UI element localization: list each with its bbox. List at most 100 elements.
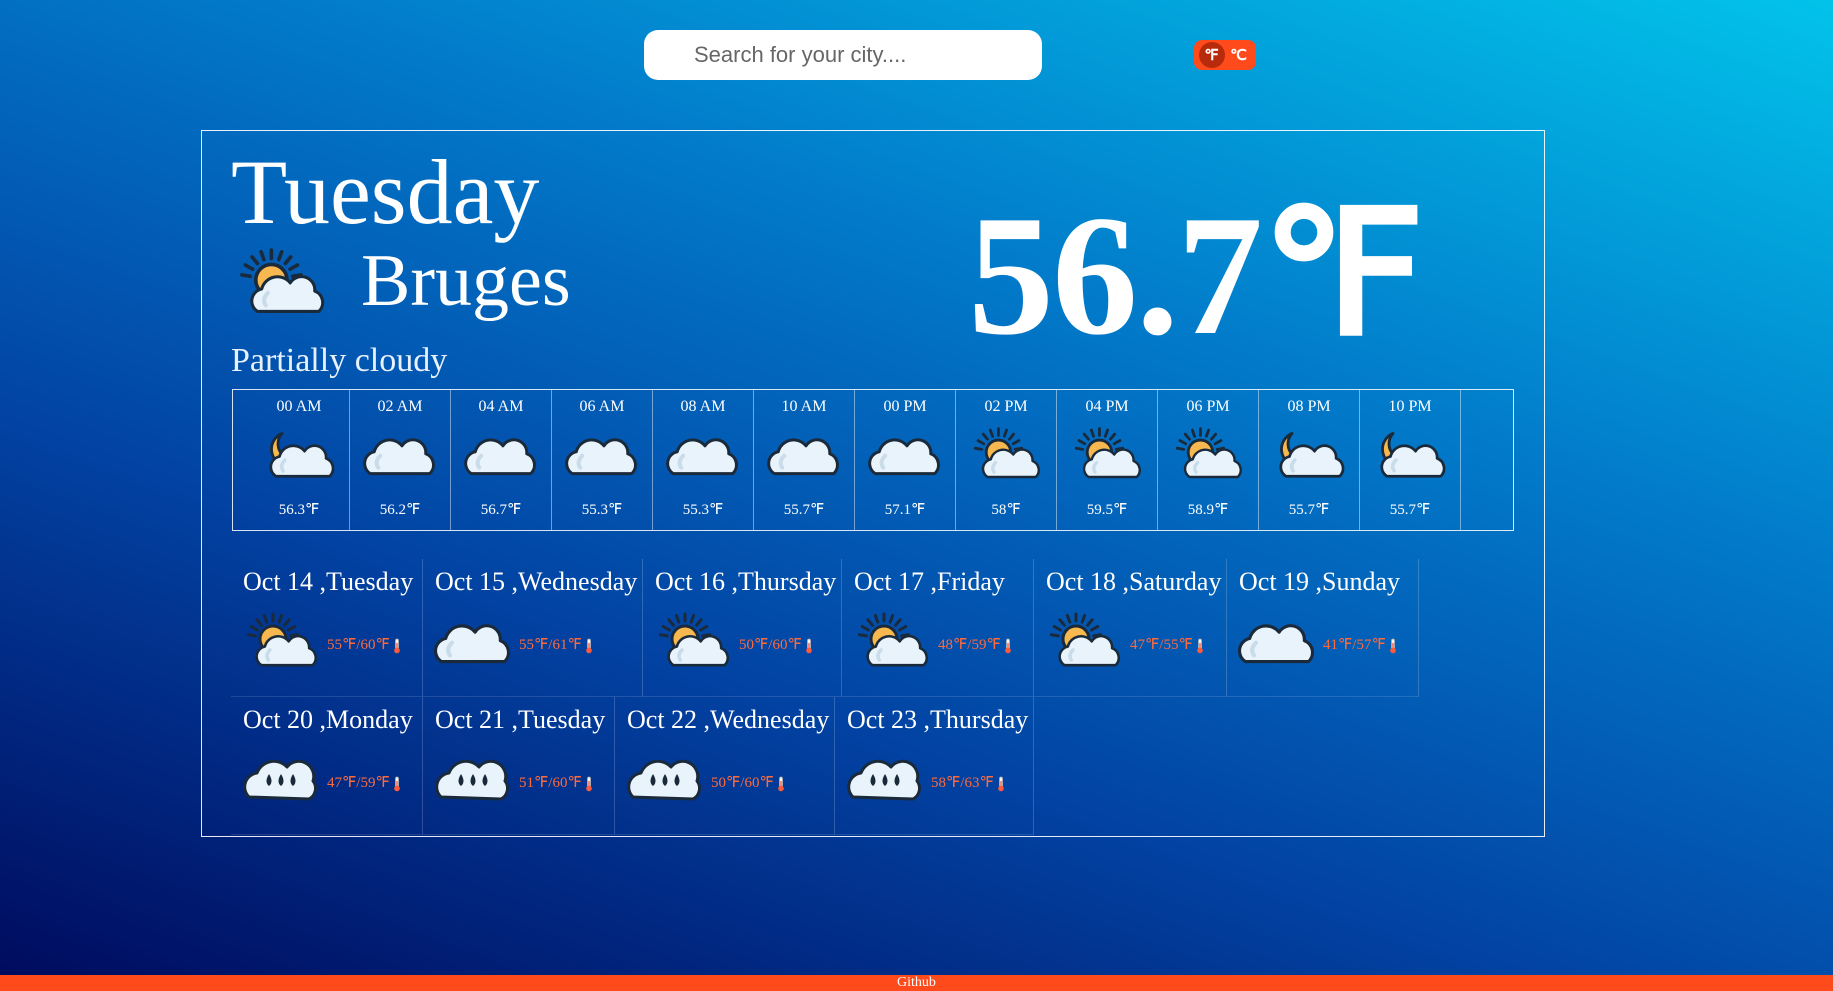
hour-time: 02 PM — [984, 398, 1028, 415]
hour-temperature: 58.9℉ — [1187, 502, 1229, 518]
daily-item: Oct 23 ,Thursday 58℉/63℉ — [835, 697, 1034, 835]
day-date: Oct 15 ,Wednesday — [435, 567, 638, 596]
daily-item: Oct 15 ,Wednesday 55℉/61℉ — [423, 559, 643, 697]
temperature-range: 50℉/60℉ — [711, 773, 785, 792]
hourly-item: 00 PM 57.1℉ — [855, 390, 956, 530]
weather-card: Tuesday Bruges 56.7℉ Partially cloudy 00… — [201, 130, 1545, 837]
partly-cloudy-day-icon — [1069, 424, 1145, 490]
daily-item: Oct 21 ,Tuesday 51℉/60℉ — [423, 697, 615, 835]
unit-toggle[interactable]: ℉ ℃ — [1194, 40, 1256, 70]
thermometer-icon — [802, 637, 813, 653]
rain-icon — [845, 747, 925, 817]
thermometer-icon — [994, 775, 1005, 791]
temperature-range: 50℉/60℉ — [739, 635, 813, 654]
temperature-range: 58℉/63℉ — [931, 773, 1005, 792]
hourly-item: 08 AM 55.3℉ — [653, 390, 754, 530]
temperature-range: 47℉/59℉ — [327, 773, 401, 792]
thermometer-icon — [1386, 637, 1397, 653]
daily-row: Oct 14 ,Tuesday 55℉/60℉ Oct 15 ,Wednesda… — [231, 559, 1461, 697]
cloudy-icon — [362, 424, 438, 490]
daily-item: Oct 20 ,Monday 47℉/59℉ — [231, 697, 423, 835]
day-date: Oct 16 ,Thursday — [655, 567, 837, 596]
hourly-item: 04 AM 56.7℉ — [451, 390, 552, 530]
day-date: Oct 21 ,Tuesday — [435, 705, 606, 734]
day-date: Oct 23 ,Thursday — [847, 705, 1029, 734]
daily-item: Oct 22 ,Wednesday 50℉/60℉ — [615, 697, 835, 835]
hour-temperature: 55.3℉ — [581, 502, 623, 518]
cloudy-icon — [1237, 609, 1317, 679]
partly-cloudy-night-icon — [1372, 424, 1448, 490]
hour-temperature: 55.7℉ — [1288, 502, 1330, 518]
daily-item: Oct 14 ,Tuesday 55℉/60℉ — [231, 559, 423, 697]
hourly-item: 08 PM 55.7℉ — [1259, 390, 1360, 530]
partly-cloudy-night-icon — [1271, 424, 1347, 490]
day-date: Oct 22 ,Wednesday — [627, 705, 830, 734]
thermometer-icon — [390, 637, 401, 653]
hour-temperature: 56.7℉ — [480, 502, 522, 518]
daily-item: Oct 19 ,Sunday 41℉/57℉ — [1227, 559, 1419, 697]
day-date: Oct 20 ,Monday — [243, 705, 413, 734]
hourly-item: 06 AM 55.3℉ — [552, 390, 653, 530]
thermometer-icon — [390, 775, 401, 791]
city-name: Bruges — [361, 240, 571, 322]
hour-time: 08 AM — [680, 398, 726, 415]
thermometer-icon — [774, 775, 785, 791]
thermometer-icon — [1193, 637, 1204, 653]
day-date: Oct 17 ,Friday — [854, 567, 1005, 596]
cloudy-icon — [433, 609, 513, 679]
cloudy-icon — [766, 424, 842, 490]
footer-bar: Github — [0, 975, 1833, 991]
cloudy-icon — [665, 424, 741, 490]
hour-temperature: 55.3℉ — [682, 502, 724, 518]
hourly-item: 02 AM 56.2℉ — [350, 390, 451, 530]
thermometer-icon — [1001, 637, 1012, 653]
hourly-item: 06 PM 58.9℉ — [1158, 390, 1259, 530]
hour-time: 06 PM — [1186, 398, 1230, 415]
hourly-item: 00 AM 56.3℉ — [249, 390, 350, 530]
day-date: Oct 14 ,Tuesday — [243, 567, 414, 596]
city-search-input[interactable] — [644, 30, 1042, 80]
hour-time: 10 AM — [781, 398, 827, 415]
temperature-range: 55℉/60℉ — [327, 635, 401, 654]
hour-time: 10 PM — [1388, 398, 1432, 415]
temperature-range: 41℉/57℉ — [1323, 635, 1397, 654]
current-temperature: 56.7℉ — [968, 181, 1425, 371]
hour-time: 04 PM — [1085, 398, 1129, 415]
partly-cloudy-day-icon — [1170, 424, 1246, 490]
celsius-option[interactable]: ℃ — [1226, 42, 1252, 68]
cloudy-icon — [867, 424, 943, 490]
hour-temperature: 56.3℉ — [278, 502, 320, 518]
hour-temperature: 56.2℉ — [379, 502, 421, 518]
hour-time: 02 AM — [377, 398, 423, 415]
cloudy-icon — [564, 424, 640, 490]
daily-forecast: Oct 14 ,Tuesday 55℉/60℉ Oct 15 ,Wednesda… — [231, 559, 1461, 835]
partly-cloudy-day-icon — [1044, 609, 1124, 679]
day-date: Oct 19 ,Sunday — [1239, 567, 1401, 596]
daily-item: Oct 16 ,Thursday 50℉/60℉ — [643, 559, 842, 697]
partly-cloudy-day-icon — [968, 424, 1044, 490]
temperature-range: 55℉/61℉ — [519, 635, 593, 654]
cloudy-icon — [463, 424, 539, 490]
thermometer-icon — [582, 775, 593, 791]
rain-icon — [241, 747, 321, 817]
hourly-item: 04 PM 59.5℉ — [1057, 390, 1158, 530]
partly-cloudy-day-icon — [241, 609, 321, 679]
hour-time: 08 PM — [1287, 398, 1331, 415]
github-link[interactable]: Github — [897, 975, 936, 990]
day-date: Oct 18 ,Saturday — [1046, 567, 1222, 596]
rain-icon — [625, 747, 705, 817]
hour-time: 06 AM — [579, 398, 625, 415]
hourly-forecast: 00 AM 56.3℉ 02 AM 56.2℉ 04 AM 56.7℉ 06 A… — [232, 389, 1514, 531]
hourly-item: 10 AM 55.7℉ — [754, 390, 855, 530]
hour-time: 00 PM — [883, 398, 927, 415]
fahrenheit-option[interactable]: ℉ — [1198, 42, 1225, 68]
hour-temperature: 57.1℉ — [884, 502, 926, 518]
partly-cloudy-night-icon — [261, 424, 337, 490]
hourly-item: 10 PM 55.7℉ — [1360, 390, 1461, 530]
rain-icon — [433, 747, 513, 817]
hour-time: 04 AM — [478, 398, 524, 415]
hour-temperature: 55.7℉ — [783, 502, 825, 518]
temperature-range: 48℉/59℉ — [938, 635, 1012, 654]
hour-time: 00 AM — [276, 398, 322, 415]
current-weather-icon — [233, 244, 329, 328]
